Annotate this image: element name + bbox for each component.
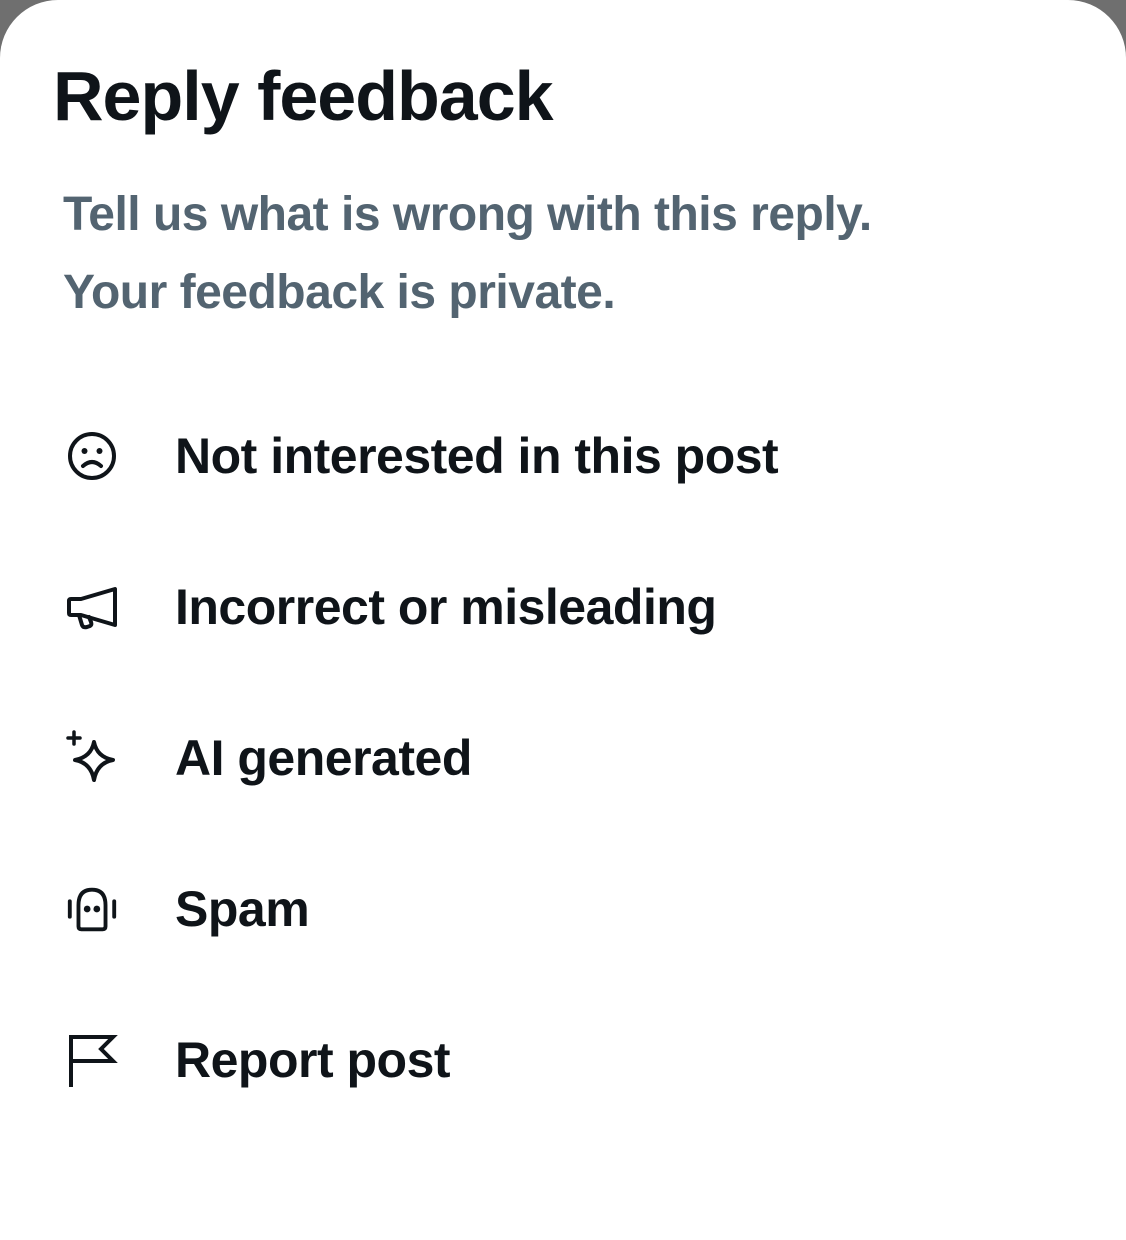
option-label: Report post [175, 1031, 451, 1088]
subtitle-line-1: Tell us what is wrong with this reply. [63, 188, 872, 241]
megaphone-icon [64, 579, 120, 635]
option-spam[interactable]: Spam [0, 833, 1126, 984]
reply-feedback-sheet: Reply feedback Tell us what is wrong wit… [0, 0, 1126, 1240]
dialog-title: Reply feedback [53, 57, 554, 135]
option-not-interested[interactable]: Not interested in this post [0, 380, 1126, 531]
dialog-subtitle: Tell us what is wrong with this reply. Y… [63, 176, 1083, 332]
sparkle-icon [64, 729, 120, 786]
feedback-options-list: Not interested in this post Incorrect or… [0, 380, 1126, 1135]
option-label: Spam [175, 880, 310, 937]
robot-icon [64, 881, 120, 937]
option-label: AI generated [175, 729, 472, 786]
option-ai-generated[interactable]: AI generated [0, 682, 1126, 833]
subtitle-line-2: Your feedback is private. [63, 266, 616, 319]
option-label: Incorrect or misleading [175, 578, 717, 635]
option-label: Not interested in this post [175, 427, 779, 484]
flag-icon [64, 1032, 120, 1088]
option-incorrect-misleading[interactable]: Incorrect or misleading [0, 531, 1126, 682]
frown-face-icon [64, 428, 120, 484]
option-report-post[interactable]: Report post [0, 984, 1126, 1135]
